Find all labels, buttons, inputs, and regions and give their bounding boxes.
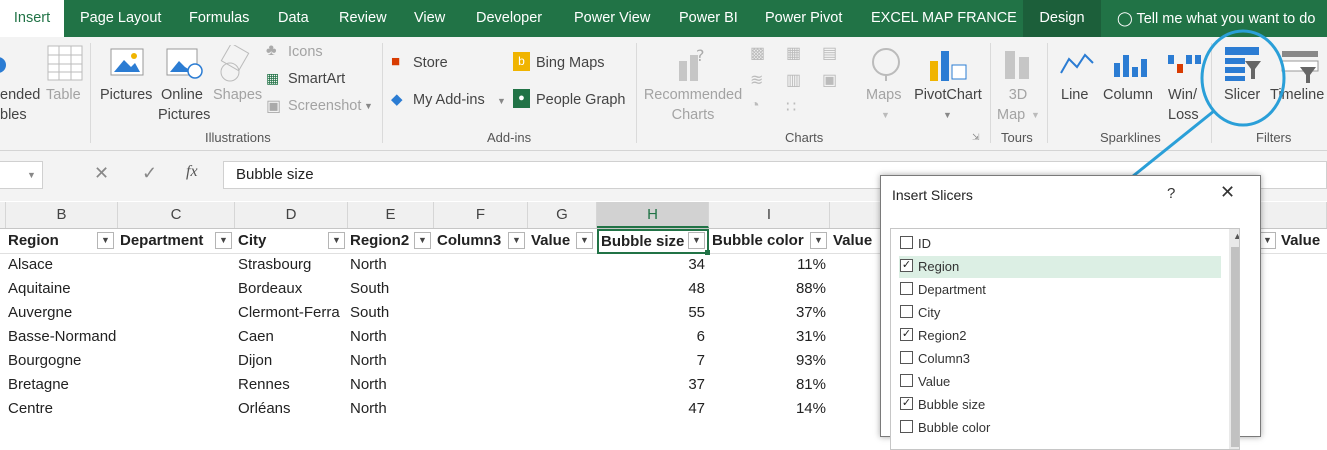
scroll-thumb[interactable] bbox=[1231, 247, 1239, 447]
dialog-title: Insert Slicers bbox=[892, 187, 973, 203]
checkbox[interactable] bbox=[900, 236, 913, 249]
slicer-field-item[interactable]: ✓ Bubble size bbox=[899, 394, 1221, 416]
checkbox[interactable] bbox=[900, 305, 913, 318]
field-label: Bubble size bbox=[918, 397, 986, 412]
close-icon[interactable]: ✕ bbox=[1220, 182, 1235, 203]
scrollbar[interactable]: ▲ bbox=[1229, 229, 1239, 449]
highlight-circle bbox=[1200, 29, 1286, 127]
insert-slicers-dialog: Insert Slicers ? ✕ ID ✓ Region Department Ci… bbox=[880, 175, 1261, 450]
slicer-field-item[interactable]: Bubble color bbox=[899, 417, 1221, 439]
field-label: Bubble color bbox=[918, 420, 991, 435]
checkbox[interactable]: ✓ bbox=[900, 397, 913, 410]
slicer-field-item[interactable]: ✓ Region2 bbox=[899, 325, 1221, 347]
field-label: Region bbox=[918, 259, 960, 274]
field-list[interactable]: ID ✓ Region Department City ✓ Region2 Column3 Va… bbox=[890, 228, 1240, 450]
checkbox[interactable] bbox=[900, 282, 913, 295]
field-label: ID bbox=[918, 236, 931, 251]
help-button[interactable]: ? bbox=[1167, 185, 1175, 202]
checkbox[interactable] bbox=[900, 351, 913, 364]
chevron-up-icon[interactable]: ▲ bbox=[1233, 231, 1239, 241]
field-label: Region2 bbox=[918, 328, 967, 343]
slicer-field-item[interactable]: ✓ Region bbox=[899, 256, 1221, 278]
field-label: City bbox=[918, 305, 941, 320]
slicer-field-item[interactable]: Department bbox=[899, 279, 1221, 301]
slicer-field-item[interactable]: Column3 bbox=[899, 348, 1221, 370]
slicer-field-item[interactable]: City bbox=[899, 302, 1221, 324]
checkbox[interactable] bbox=[900, 420, 913, 433]
field-label: Column3 bbox=[918, 351, 971, 366]
field-label: Department bbox=[918, 282, 986, 297]
checkbox[interactable] bbox=[900, 374, 913, 387]
checkbox[interactable]: ✓ bbox=[900, 259, 913, 272]
field-label: Value bbox=[918, 374, 951, 389]
slicer-field-item[interactable]: ID bbox=[899, 233, 1221, 255]
slicer-field-item[interactable]: Value bbox=[899, 371, 1221, 393]
checkbox[interactable]: ✓ bbox=[900, 328, 913, 341]
